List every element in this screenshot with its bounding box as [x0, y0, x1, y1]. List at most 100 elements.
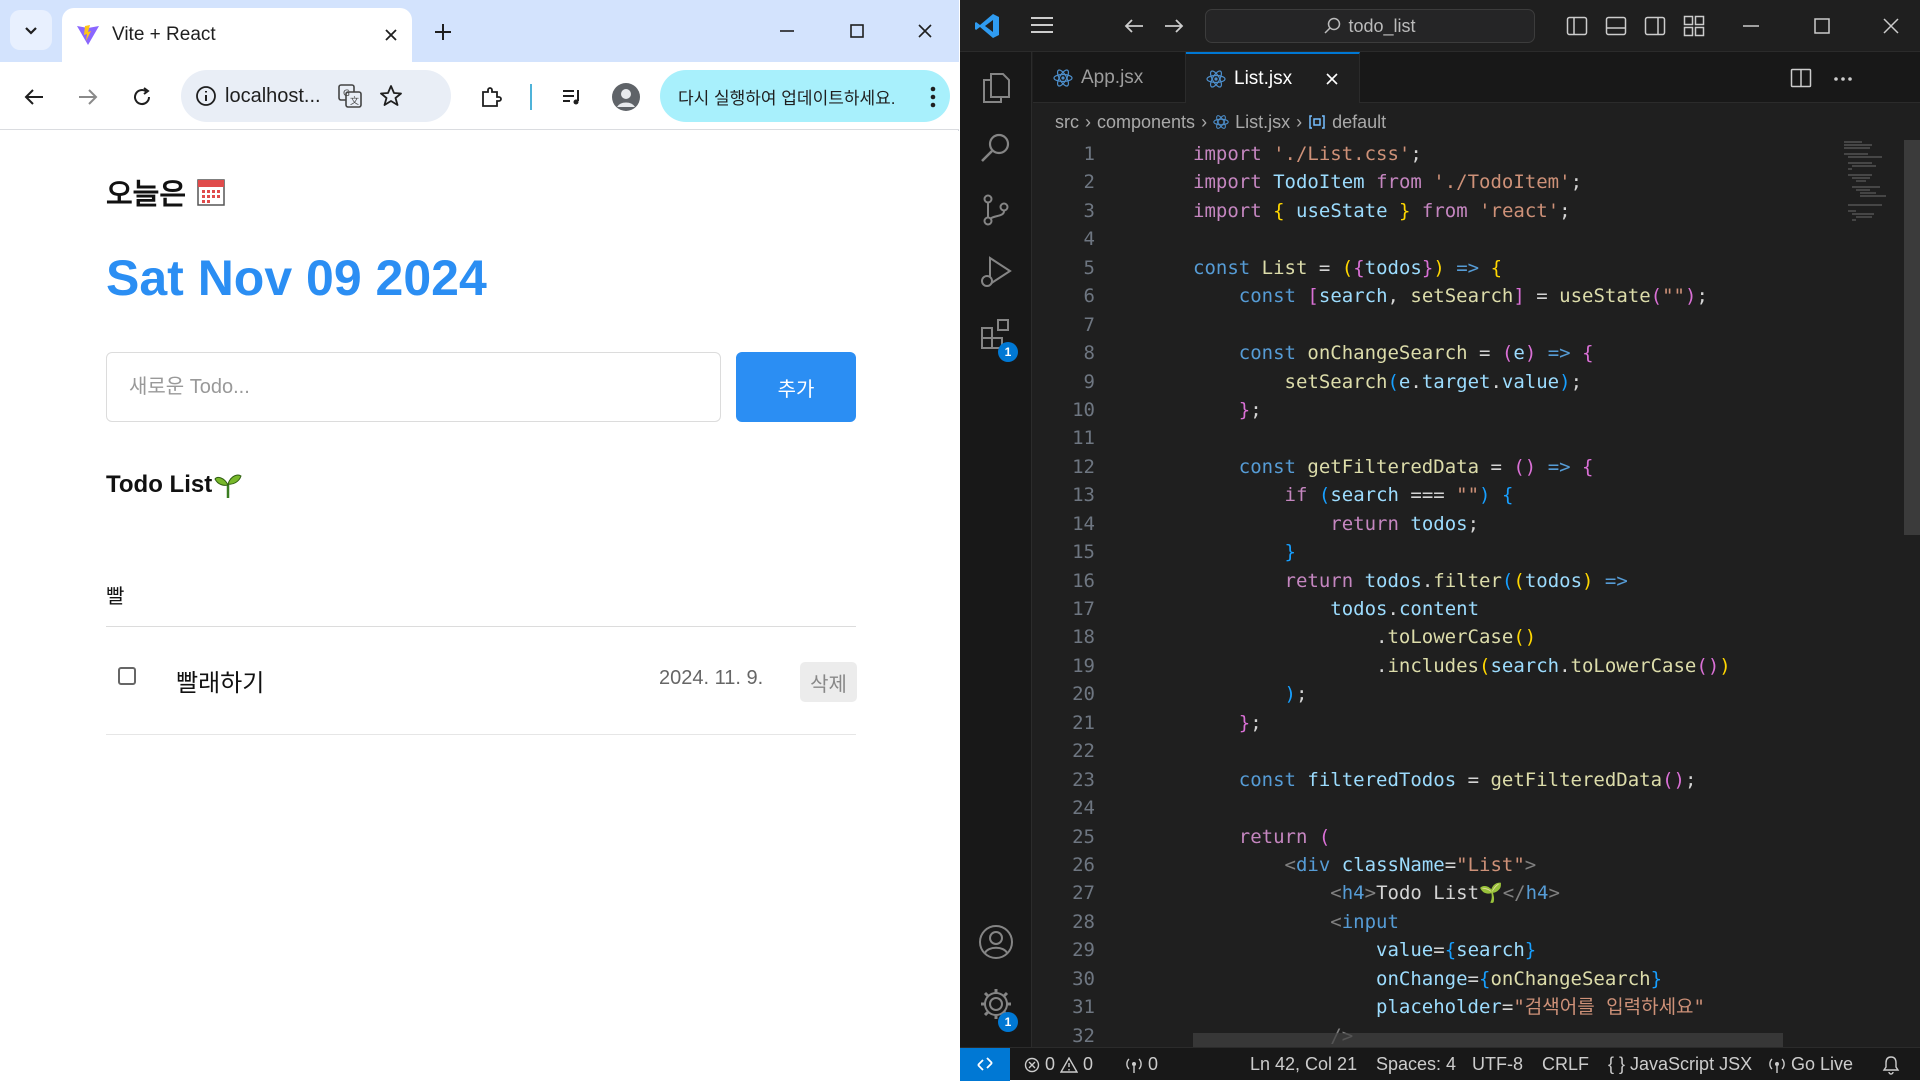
code-line[interactable]: const onChangeSearch = (e) => { [1193, 339, 1853, 367]
close-icon[interactable] [1325, 72, 1339, 86]
code-line[interactable]: }; [1193, 396, 1853, 424]
code-editor[interactable]: 1 2 3 4 5 6 7 8 9 10 11 12 13 14 15 16 17 18 19 20 21 22 23 24 2… [1033, 140, 1920, 1047]
bell-icon[interactable] [1882, 1055, 1900, 1075]
vertical-scrollbar[interactable] [1904, 140, 1920, 535]
close-icon[interactable] [1882, 17, 1900, 35]
breadcrumb-item[interactable]: List.jsx [1235, 112, 1290, 133]
close-icon[interactable] [384, 28, 398, 42]
toggle-secondary-sidebar-icon[interactable] [1644, 15, 1666, 37]
code-line[interactable]: .toLowerCase() [1193, 623, 1853, 651]
maximize-icon[interactable] [1813, 17, 1831, 35]
breadcrumb-item[interactable]: default [1332, 112, 1386, 133]
code-line[interactable]: if (search === "") { [1193, 481, 1853, 509]
explorer-button[interactable] [960, 58, 1032, 118]
code-line[interactable]: onChange={onChangeSearch} [1193, 965, 1853, 993]
code-line[interactable]: }; [1193, 709, 1853, 737]
more-vert-icon[interactable] [930, 86, 936, 108]
indentation-status[interactable]: Spaces: 4 [1376, 1054, 1456, 1075]
todo-checkbox[interactable] [118, 667, 136, 685]
arrow-left-icon[interactable] [1123, 15, 1145, 37]
code-line[interactable]: setSearch(e.target.value); [1193, 368, 1853, 396]
code-line[interactable]: const [search, setSearch] = useState("")… [1193, 282, 1853, 310]
line-number: 20 [1072, 683, 1095, 706]
remote-button[interactable] [960, 1047, 1010, 1081]
code-line[interactable]: value={search} [1193, 936, 1853, 964]
ports-status[interactable]: 0 [1125, 1054, 1158, 1075]
code-line[interactable]: <input [1193, 908, 1853, 936]
code-line[interactable]: const filteredTodos = getFilteredData(); [1193, 766, 1853, 794]
code-line[interactable]: ); [1193, 680, 1853, 708]
reload-button[interactable] [125, 80, 159, 114]
extensions-button[interactable] [474, 80, 508, 114]
code-line[interactable]: import './List.css'; [1193, 140, 1853, 168]
maximize-button[interactable] [832, 12, 882, 50]
media-button[interactable] [555, 80, 589, 114]
delete-button[interactable]: 삭제 [800, 662, 857, 702]
arrow-right-icon[interactable] [1163, 15, 1185, 37]
code-line[interactable]: import { useState } from 'react'; [1193, 197, 1853, 225]
source-control-button[interactable] [960, 180, 1032, 240]
code-line[interactable]: const getFilteredData = () => { [1193, 453, 1853, 481]
menu-icon[interactable] [1030, 15, 1054, 35]
code-line[interactable]: placeholder="검색어를 입력하세요" [1193, 993, 1853, 1021]
code-line[interactable]: <div className="List"> [1193, 851, 1853, 879]
info-icon[interactable] [195, 85, 217, 107]
close-window-button[interactable] [900, 12, 950, 50]
code-line[interactable] [1193, 424, 1853, 452]
language-status[interactable]: { } JavaScript JSX [1608, 1054, 1752, 1075]
new-todo-input[interactable] [106, 352, 721, 422]
add-todo-button[interactable]: 추가 [736, 352, 856, 422]
chevron-right-icon: › [1085, 111, 1091, 132]
customize-layout-icon[interactable] [1683, 15, 1705, 37]
run-debug-button[interactable] [960, 242, 1032, 302]
tab-app-jsx[interactable]: App.jsx [1033, 52, 1186, 103]
code-line[interactable]: import TodoItem from './TodoItem'; [1193, 168, 1853, 196]
code-line[interactable]: const List = ({todos}) => { [1193, 254, 1853, 282]
browser-tab[interactable]: Vite + React [62, 8, 412, 62]
breadcrumb-item[interactable]: components [1097, 112, 1195, 133]
code-line[interactable] [1193, 794, 1853, 822]
more-actions-icon[interactable] [1833, 76, 1853, 82]
code-line[interactable]: .includes(search.toLowerCase()) [1193, 652, 1853, 680]
tab-search-button[interactable] [10, 10, 52, 50]
minimize-button[interactable] [762, 12, 812, 50]
tab-list-jsx[interactable]: List.jsx [1186, 52, 1360, 103]
code-line[interactable]: todos.content [1193, 595, 1853, 623]
search-view-button[interactable] [960, 118, 1032, 178]
translate-icon[interactable]: G文 [337, 83, 363, 109]
minimap[interactable] [1842, 140, 1912, 260]
toggle-panel-icon[interactable] [1605, 15, 1627, 37]
code-line[interactable]: <h4>Todo List🌱</h4> [1193, 879, 1853, 907]
code-line[interactable] [1193, 225, 1853, 253]
star-icon[interactable] [379, 84, 403, 108]
update-button[interactable]: 다시 실행하여 업데이트하세요. [660, 70, 950, 122]
code-line[interactable]: } [1193, 538, 1853, 566]
back-button[interactable] [17, 80, 51, 114]
go-live-button[interactable]: Go Live [1768, 1054, 1853, 1075]
extensions-view-button[interactable]: 1 [960, 304, 1032, 364]
code-line[interactable] [1193, 311, 1853, 339]
search-input[interactable] [106, 563, 856, 627]
code-lines[interactable]: import './List.css'; import TodoItem from… [1193, 140, 1853, 1047]
horizontal-scrollbar[interactable] [1193, 1033, 1783, 1047]
command-center[interactable]: todo_list [1205, 9, 1535, 43]
split-editor-icon[interactable] [1790, 67, 1812, 89]
manage-button[interactable]: 1 [960, 974, 1032, 1034]
forward-button[interactable] [71, 80, 105, 114]
minimize-icon[interactable] [1742, 17, 1760, 35]
code-line[interactable]: return todos; [1193, 510, 1853, 538]
profile-button[interactable] [609, 80, 643, 114]
accounts-button[interactable] [960, 912, 1032, 972]
encoding-status[interactable]: UTF-8 [1472, 1054, 1523, 1075]
eol-status[interactable]: CRLF [1542, 1054, 1589, 1075]
code-line[interactable]: return ( [1193, 823, 1853, 851]
toolbar-divider [530, 84, 532, 110]
cursor-position[interactable]: Ln 42, Col 21 [1250, 1054, 1357, 1075]
code-line[interactable] [1193, 737, 1853, 765]
toggle-sidebar-icon[interactable] [1566, 15, 1588, 37]
code-line[interactable]: return todos.filter((todos) => [1193, 567, 1853, 595]
problems-status[interactable]: 0 0 [1024, 1054, 1093, 1075]
breadcrumb-item[interactable]: src [1055, 112, 1079, 133]
address-bar[interactable]: localhost... G文 [181, 70, 451, 122]
new-tab-button[interactable] [425, 14, 461, 50]
